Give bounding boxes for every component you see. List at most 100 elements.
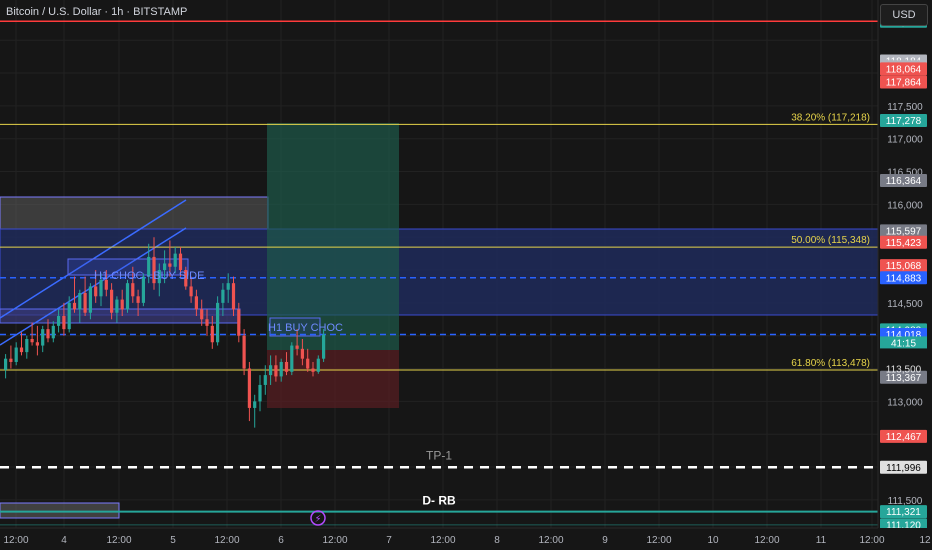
candle-body — [274, 365, 278, 377]
candle-body — [226, 283, 230, 290]
fib-label: 50.00% (115,348) — [791, 235, 870, 246]
price-label: 114,883 — [886, 273, 922, 284]
x-tick-label: 7 — [386, 535, 392, 546]
x-tick-label: 12 — [919, 535, 931, 546]
candle-body — [247, 368, 251, 408]
y-tick-label: 117,500 — [887, 102, 923, 113]
candle-body — [300, 348, 304, 359]
candle-body — [19, 347, 24, 353]
x-tick-label: 4 — [61, 535, 67, 546]
choc-annotation: H1 CHOC - BUY SIDE — [94, 270, 204, 282]
candle-body — [131, 283, 135, 297]
candle-body — [189, 286, 193, 297]
candle-body — [4, 358, 8, 370]
price-label: 115,423 — [886, 238, 922, 249]
symbol-title: Bitcoin / U.S. Dollar · 1h · BITSTAMP — [6, 6, 188, 18]
price-label: 115,068 — [886, 261, 922, 272]
x-tick-label: 12:00 — [214, 535, 239, 546]
x-tick-label: 9 — [602, 535, 608, 546]
candle-body — [194, 296, 198, 310]
candle-body — [94, 286, 98, 297]
y-tick-label: 116,000 — [887, 200, 923, 211]
candle-body — [284, 361, 289, 372]
candle-body — [168, 263, 172, 267]
candle-body — [136, 296, 140, 303]
candle-body — [290, 345, 294, 372]
x-tick-label: 12:00 — [430, 535, 455, 546]
candle-body — [253, 401, 257, 408]
x-axis-panel — [0, 528, 932, 550]
countdown-label: 41:15 — [891, 338, 916, 349]
y-tick-label: 114,500 — [887, 299, 923, 310]
y-tick-label: 113,000 — [887, 397, 923, 408]
candle-body — [216, 302, 220, 343]
candle-body — [242, 335, 246, 369]
candle-body — [41, 329, 45, 346]
candle-body — [269, 365, 273, 376]
candle-body — [263, 375, 267, 385]
x-tick-label: 12:00 — [859, 535, 884, 546]
candle-body — [231, 283, 236, 310]
price-label: 111,996 — [886, 463, 921, 474]
x-tick-label: 10 — [707, 535, 719, 546]
price-label: 116,364 — [886, 176, 922, 187]
price-chart[interactable]: 38.20% (117,218) 50.00% (115,348) 61.80% (… — [0, 0, 932, 550]
candle-body — [14, 347, 18, 362]
candle-body — [311, 368, 315, 372]
candle-body — [62, 316, 66, 330]
x-tick-label: 12:00 — [3, 535, 28, 546]
candle-body — [67, 302, 71, 330]
x-tick-label: 12:00 — [646, 535, 671, 546]
candle-body — [306, 358, 310, 369]
candle-body — [322, 334, 326, 359]
take-profit-zone — [267, 123, 399, 350]
price-label: 117,864 — [886, 78, 922, 89]
partial-price-label: 113,500 — [886, 365, 922, 376]
x-tick-label: 5 — [170, 535, 176, 546]
x-tick-label: 12:00 — [538, 535, 563, 546]
price-label: 118,064 — [886, 64, 922, 75]
price-label: 111,321 — [886, 507, 921, 518]
x-tick-label: 8 — [494, 535, 500, 546]
candle-body — [316, 358, 320, 372]
candle-body — [9, 358, 13, 362]
fib-label: 61.80% (113,478) — [791, 358, 870, 369]
buy-choc-annotation: H1 BUY CHOC — [268, 322, 343, 334]
candle-body — [120, 299, 124, 310]
candle-body — [51, 325, 55, 339]
supply-zone — [0, 196, 269, 230]
candle-body — [237, 309, 241, 336]
candle-body — [279, 361, 283, 377]
candle-body — [35, 342, 39, 346]
lightning-glyph: ⚡ — [314, 514, 321, 525]
y-tick-label: 117,000 — [887, 135, 923, 146]
candle-body — [221, 289, 225, 303]
candle-body — [125, 283, 130, 310]
candle-body — [57, 316, 61, 326]
x-tick-label: 11 — [816, 535, 827, 546]
x-tick-label: 6 — [278, 535, 284, 546]
candle-body — [115, 299, 119, 313]
tp-label: TP-1 — [426, 448, 452, 462]
candle-body — [173, 253, 177, 267]
candle-body — [78, 293, 82, 310]
candle-body — [88, 286, 92, 313]
candle-body — [200, 309, 204, 320]
bottom-grey-zone — [0, 502, 120, 519]
x-tick-label: 12:00 — [106, 535, 131, 546]
candle-body — [110, 289, 114, 313]
x-tick-label: 12:00 — [754, 535, 779, 546]
currency-button[interactable]: USD — [880, 4, 928, 26]
candle-body — [72, 302, 77, 310]
x-axis[interactable]: 12:00 4 12:00 5 12:00 6 12:00 7 12:00 8 12:00 9 12:0… — [0, 527, 932, 550]
candle-body — [178, 253, 183, 271]
rb-label: D- RB — [422, 494, 456, 508]
price-label: 112,467 — [886, 432, 922, 443]
price-label: 117,278 — [886, 116, 922, 127]
candle-body — [46, 329, 50, 339]
candle-body — [99, 279, 103, 297]
candle-body — [205, 319, 209, 326]
candle-body — [83, 293, 87, 313]
candle-body — [295, 345, 299, 349]
candle-body — [258, 384, 262, 402]
